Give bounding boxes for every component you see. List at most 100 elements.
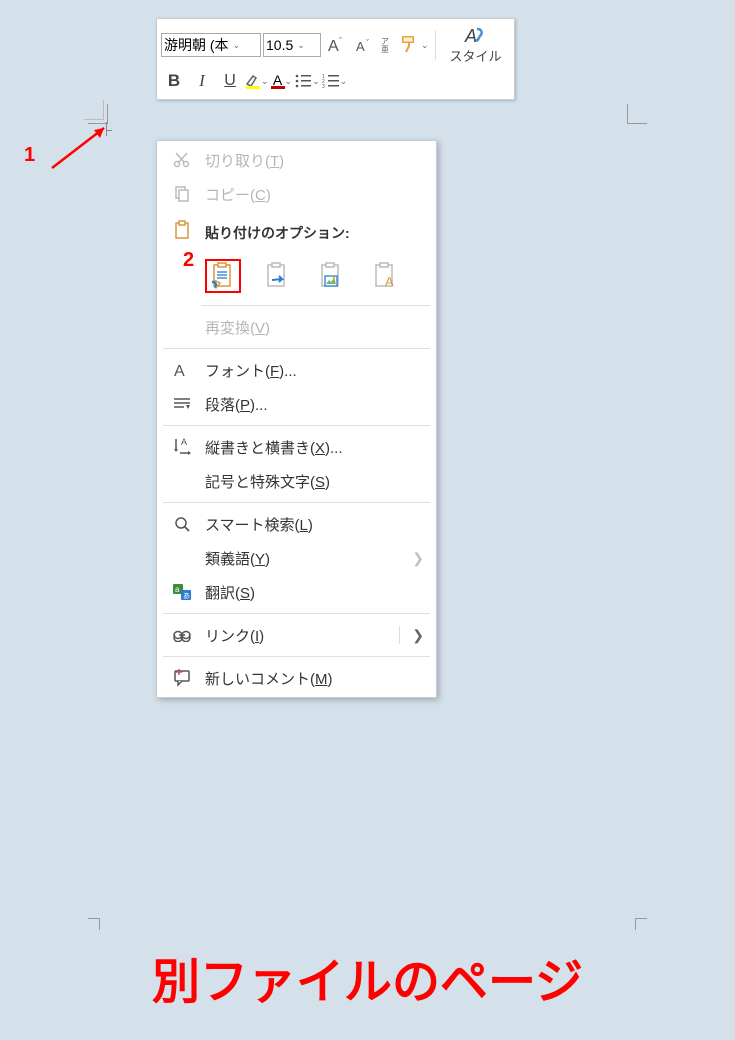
dropdown-icon: ⌄ (421, 40, 429, 51)
clipboard-icon (169, 219, 195, 241)
menu-translate[interactable]: aあ 翻訳(S) (157, 575, 436, 609)
menu-paragraph[interactable]: 段落(P)... (157, 387, 436, 421)
blank-icon (169, 470, 195, 492)
arrow-icon (44, 124, 114, 176)
increase-font-button[interactable]: Aˆ (323, 33, 349, 57)
styles-label: スタイル (450, 46, 502, 65)
menu-label: フォント(F)... (205, 360, 428, 381)
menu-label: リンク(I) (205, 625, 391, 646)
paragraph-icon (169, 393, 195, 415)
annotation-number-2: 2 (183, 249, 194, 272)
styles-button[interactable]: A スタイル (442, 25, 510, 65)
page-corner (627, 104, 647, 124)
scissors-icon (169, 149, 195, 171)
paste-picture[interactable] (313, 259, 349, 293)
menu-label: 新しいコメント(M) (205, 668, 428, 689)
menu-synonyms[interactable]: 類義語(Y) ❯ (157, 541, 436, 575)
svg-text:A: A (464, 26, 477, 46)
paste-merge-formatting[interactable] (259, 259, 295, 293)
underline-button[interactable]: U (217, 69, 243, 93)
menu-separator (201, 305, 430, 306)
menu-label: スマート検索(L) (205, 514, 428, 535)
menu-separator (163, 613, 430, 614)
menu-new-comment[interactable]: 新しいコメント(M) (157, 661, 436, 695)
menu-paste-options: 貼り付けのオプション: (157, 211, 436, 255)
menu-label: 記号と特殊文字(S) (205, 471, 428, 492)
paste-options-header: 貼り付けのオプション: (205, 217, 428, 249)
chevron-right-icon: ❯ (408, 627, 428, 644)
menu-label: 類義語(Y) (205, 548, 408, 569)
font-icon: A (169, 359, 195, 381)
menu-label: 再変換(V) (205, 317, 428, 338)
font-size-select[interactable]: 10.5 ⌄ (263, 33, 321, 57)
svg-text:あ: あ (183, 592, 190, 600)
font-color-button[interactable]: A ⌄ (271, 74, 293, 89)
menu-label: コピー(C) (205, 184, 428, 205)
font-size-value: 10.5 (266, 37, 293, 53)
svg-text:A: A (385, 274, 394, 289)
chevron-right-icon: ❯ (408, 550, 428, 567)
menu-label: 切り取り(T) (205, 150, 428, 171)
menu-cut[interactable]: 切り取り(T) (157, 143, 436, 177)
page-corner (635, 918, 647, 930)
svg-text:A: A (356, 39, 365, 54)
menu-smart-lookup[interactable]: スマート検索(L) (157, 507, 436, 541)
link-icon (169, 624, 195, 646)
svg-text:亜: 亜 (381, 45, 389, 54)
svg-text:A: A (328, 38, 339, 54)
svg-text:A: A (174, 363, 185, 379)
menu-link[interactable]: リンク(I) ❯ (157, 618, 436, 652)
numbering-button[interactable]: 123 ⌄ (322, 73, 348, 89)
menu-symbols[interactable]: 記号と特殊文字(S) (157, 464, 436, 498)
svg-text:a: a (175, 585, 180, 594)
mini-toolbar: 游明朝 (本 ⌄ 10.5 ⌄ Aˆ Aˇ ア亜 ⌄ A スタイル B I U (156, 18, 515, 100)
paste-keep-source-formatting[interactable] (205, 259, 241, 293)
menu-label: 縦書きと横書き(X)... (205, 437, 428, 458)
menu-copy[interactable]: コピー(C) (157, 177, 436, 211)
dropdown-icon: ⌄ (261, 76, 269, 87)
font-name-select[interactable]: 游明朝 (本 ⌄ (161, 33, 261, 57)
dropdown-icon: ⌄ (340, 76, 348, 87)
caption-text: 別ファイルのページ (0, 942, 735, 1012)
svg-text:ˆ: ˆ (339, 36, 342, 46)
svg-text:A: A (181, 437, 187, 447)
copy-icon (169, 183, 195, 205)
svg-text:ˇ: ˇ (366, 38, 369, 48)
divider (435, 30, 436, 60)
menu-text-direction[interactable]: A 縦書きと横書き(X)... (157, 430, 436, 464)
paste-options-row: 2 A (157, 255, 436, 301)
translate-icon: aあ (169, 581, 195, 603)
dropdown-icon: ⌄ (312, 76, 320, 87)
comment-icon (169, 667, 195, 689)
bullets-button[interactable]: ⌄ (294, 73, 320, 89)
menu-font[interactable]: A フォント(F)... (157, 353, 436, 387)
bold-button[interactable]: B (161, 69, 187, 93)
blank-icon (169, 547, 195, 569)
dropdown-icon: ⌄ (297, 40, 305, 51)
context-menu: 切り取り(T) コピー(C) 貼り付けのオプション: 2 A 再変換(V) (156, 140, 437, 698)
paste-text-only[interactable]: A (367, 259, 403, 293)
search-icon (169, 513, 195, 535)
menu-separator (163, 348, 430, 349)
menu-separator (163, 656, 430, 657)
blank-icon (169, 316, 195, 338)
italic-button[interactable]: I (189, 69, 215, 93)
menu-label: 翻訳(S) (205, 582, 428, 603)
menu-reconvert[interactable]: 再変換(V) (157, 310, 436, 344)
dropdown-icon: ⌄ (285, 76, 293, 87)
dropdown-icon: ⌄ (233, 40, 241, 51)
svg-text:3: 3 (322, 84, 325, 89)
menu-separator (163, 425, 430, 426)
text-direction-icon: A (169, 436, 195, 458)
page-corner (88, 918, 100, 930)
divider (399, 626, 400, 644)
menu-label: 段落(P)... (205, 394, 428, 415)
decrease-font-button[interactable]: Aˇ (351, 33, 377, 57)
phonetic-guide-button[interactable]: ア亜 (379, 33, 397, 57)
highlight-button[interactable]: ⌄ (245, 74, 269, 89)
format-painter-button[interactable]: ⌄ (399, 35, 429, 55)
menu-separator (163, 502, 430, 503)
font-name-value: 游明朝 (本 (164, 35, 229, 55)
annotation-number-1: 1 (24, 144, 35, 167)
page-corner (88, 104, 108, 124)
